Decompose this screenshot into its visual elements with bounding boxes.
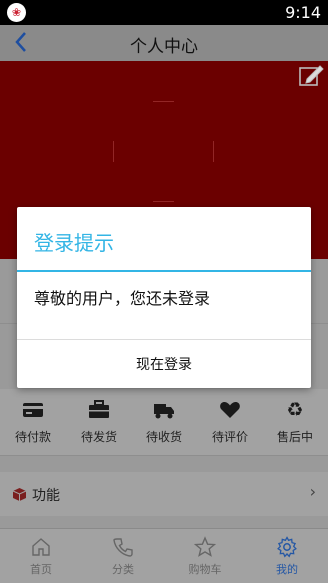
nav-label: 购物车 — [188, 562, 222, 576]
home-icon — [32, 537, 50, 556]
nav-label: 我的 — [276, 562, 298, 576]
card-icon — [23, 402, 43, 417]
header-bar: 个人中心 — [0, 25, 328, 61]
nav-item-category[interactable]: 分类 — [82, 529, 164, 583]
order-pending-receipt[interactable]: 待收货 — [131, 389, 197, 455]
avatar[interactable] — [113, 101, 214, 202]
chevron-right-icon: › — [309, 482, 316, 501]
nav-item-home[interactable]: 首页 — [0, 529, 82, 583]
order-pending-payment[interactable]: 待付款 — [0, 389, 66, 455]
order-label: 待发货 — [80, 429, 117, 444]
order-label: 待付款 — [14, 429, 51, 444]
star-icon — [194, 535, 216, 557]
bottom-nav: 首页 分类 购物车 我的 — [0, 528, 328, 583]
box-icon — [12, 488, 27, 501]
functions-row[interactable]: 功能 › — [0, 472, 328, 516]
nav-item-cart[interactable]: 购物车 — [164, 529, 246, 583]
functions-label: 功能 — [32, 488, 60, 504]
status-time: 9:14 — [285, 3, 321, 22]
nav-label: 分类 — [112, 562, 134, 576]
dialog-message: 尊敬的用户，您还未登录 — [34, 289, 211, 308]
login-now-button[interactable]: 现在登录 — [17, 340, 311, 388]
order-label: 售后中 — [276, 429, 313, 444]
app-badge-icon: ❀ — [7, 3, 26, 22]
gear-icon — [277, 535, 297, 557]
page-title: 个人中心 — [130, 37, 198, 57]
order-pending-shipment[interactable]: 待发货 — [66, 389, 132, 455]
phone-icon — [113, 537, 133, 557]
divider — [0, 455, 328, 456]
edit-icon[interactable] — [298, 64, 324, 88]
dialog-title: 登录提示 — [34, 231, 114, 255]
heart-icon — [220, 401, 240, 418]
nav-item-mine[interactable]: 我的 — [246, 529, 328, 583]
order-label: 待评价 — [211, 429, 248, 444]
dialog-title-divider — [17, 270, 311, 272]
nav-label: 首页 — [30, 562, 52, 576]
recycle-icon: ♻ — [286, 398, 304, 421]
briefcase-icon — [89, 399, 109, 418]
order-status-row: 待付款 待发货 待收货 待评价 ♻ 售后中 — [0, 389, 328, 455]
login-prompt-dialog: 登录提示 尊敬的用户，您还未登录 现在登录 — [17, 207, 311, 388]
truck-icon — [154, 403, 174, 418]
order-pending-review[interactable]: 待评价 — [197, 389, 263, 455]
status-bar: ❀ 9:14 — [0, 0, 328, 25]
order-after-sales[interactable]: ♻ 售后中 — [262, 389, 328, 455]
order-label: 待收货 — [145, 429, 182, 444]
